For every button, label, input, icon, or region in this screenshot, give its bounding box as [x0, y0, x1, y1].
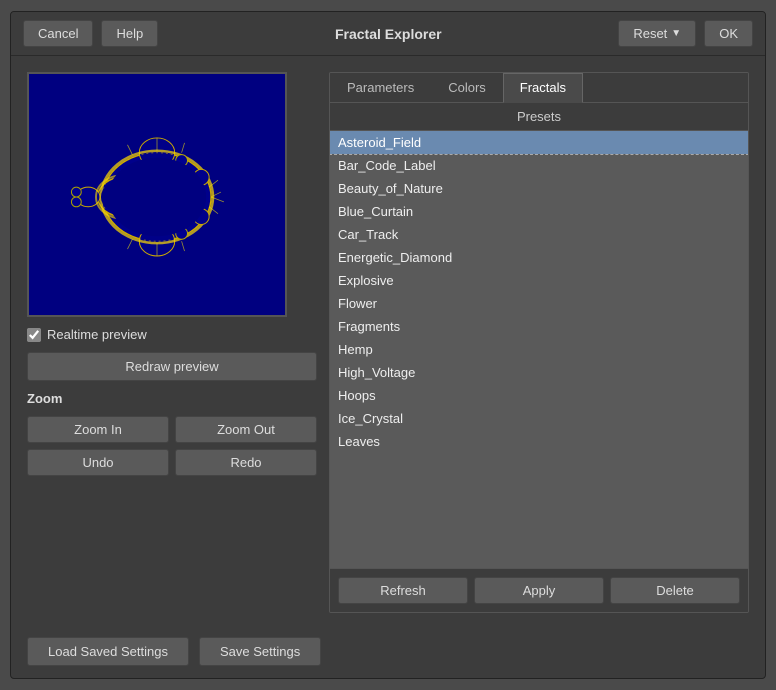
- delete-button[interactable]: Delete: [610, 577, 740, 604]
- list-item[interactable]: Beauty_of_Nature: [330, 177, 748, 200]
- presets-list[interactable]: Asteroid_FieldBar_Code_LabelBeauty_of_Na…: [330, 131, 748, 568]
- list-item[interactable]: Asteroid_Field: [330, 131, 748, 154]
- window-title: Fractal Explorer: [166, 26, 610, 42]
- reset-label: Reset: [633, 26, 667, 41]
- undo-button[interactable]: Undo: [27, 449, 169, 476]
- tab-bar: Parameters Colors Fractals: [330, 73, 748, 103]
- list-item[interactable]: High_Voltage: [330, 361, 748, 384]
- right-panel: Parameters Colors Fractals Presets Aster…: [329, 72, 749, 613]
- list-item[interactable]: Hemp: [330, 338, 748, 361]
- fractal-svg: [29, 74, 285, 315]
- realtime-preview-label: Realtime preview: [47, 327, 147, 342]
- ok-button[interactable]: OK: [704, 20, 753, 47]
- list-item[interactable]: Car_Track: [330, 223, 748, 246]
- zoom-in-button[interactable]: Zoom In: [27, 416, 169, 443]
- realtime-preview-checkbox[interactable]: [27, 328, 41, 342]
- zoom-out-button[interactable]: Zoom Out: [175, 416, 317, 443]
- list-item[interactable]: Hoops: [330, 384, 748, 407]
- list-item[interactable]: Explosive: [330, 269, 748, 292]
- apply-button[interactable]: Apply: [474, 577, 604, 604]
- left-panel: Realtime preview Redraw preview Zoom Zoo…: [27, 72, 317, 613]
- tab-colors[interactable]: Colors: [431, 73, 503, 102]
- list-item[interactable]: Ice_Crystal: [330, 407, 748, 430]
- tab-fractals[interactable]: Fractals: [503, 73, 583, 103]
- redraw-preview-button[interactable]: Redraw preview: [27, 352, 317, 381]
- list-item[interactable]: Bar_Code_Label: [330, 154, 748, 177]
- presets-header: Presets: [330, 103, 748, 131]
- zoom-label: Zoom: [27, 391, 317, 406]
- list-item[interactable]: Blue_Curtain: [330, 200, 748, 223]
- chevron-down-icon: ▼: [671, 28, 681, 39]
- fractal-preview: [27, 72, 287, 317]
- presets-action-buttons: Refresh Apply Delete: [330, 568, 748, 612]
- save-settings-button[interactable]: Save Settings: [199, 637, 321, 666]
- realtime-preview-row: Realtime preview: [27, 327, 317, 342]
- redo-button[interactable]: Redo: [175, 449, 317, 476]
- load-saved-settings-button[interactable]: Load Saved Settings: [27, 637, 189, 666]
- refresh-button[interactable]: Refresh: [338, 577, 468, 604]
- list-item[interactable]: Leaves: [330, 430, 748, 453]
- zoom-controls: Zoom In Zoom Out Undo Redo: [27, 416, 317, 476]
- tab-parameters[interactable]: Parameters: [330, 73, 431, 102]
- help-button[interactable]: Help: [101, 20, 158, 47]
- list-item[interactable]: Flower: [330, 292, 748, 315]
- list-item[interactable]: Fragments: [330, 315, 748, 338]
- fractal-explorer-window: Cancel Help Fractal Explorer Reset ▼ OK: [10, 11, 766, 679]
- main-content: Realtime preview Redraw preview Zoom Zoo…: [11, 56, 765, 629]
- cancel-button[interactable]: Cancel: [23, 20, 93, 47]
- list-item[interactable]: Energetic_Diamond: [330, 246, 748, 269]
- reset-button[interactable]: Reset ▼: [618, 20, 696, 47]
- footer: Load Saved Settings Save Settings: [11, 629, 765, 678]
- titlebar: Cancel Help Fractal Explorer Reset ▼ OK: [11, 12, 765, 56]
